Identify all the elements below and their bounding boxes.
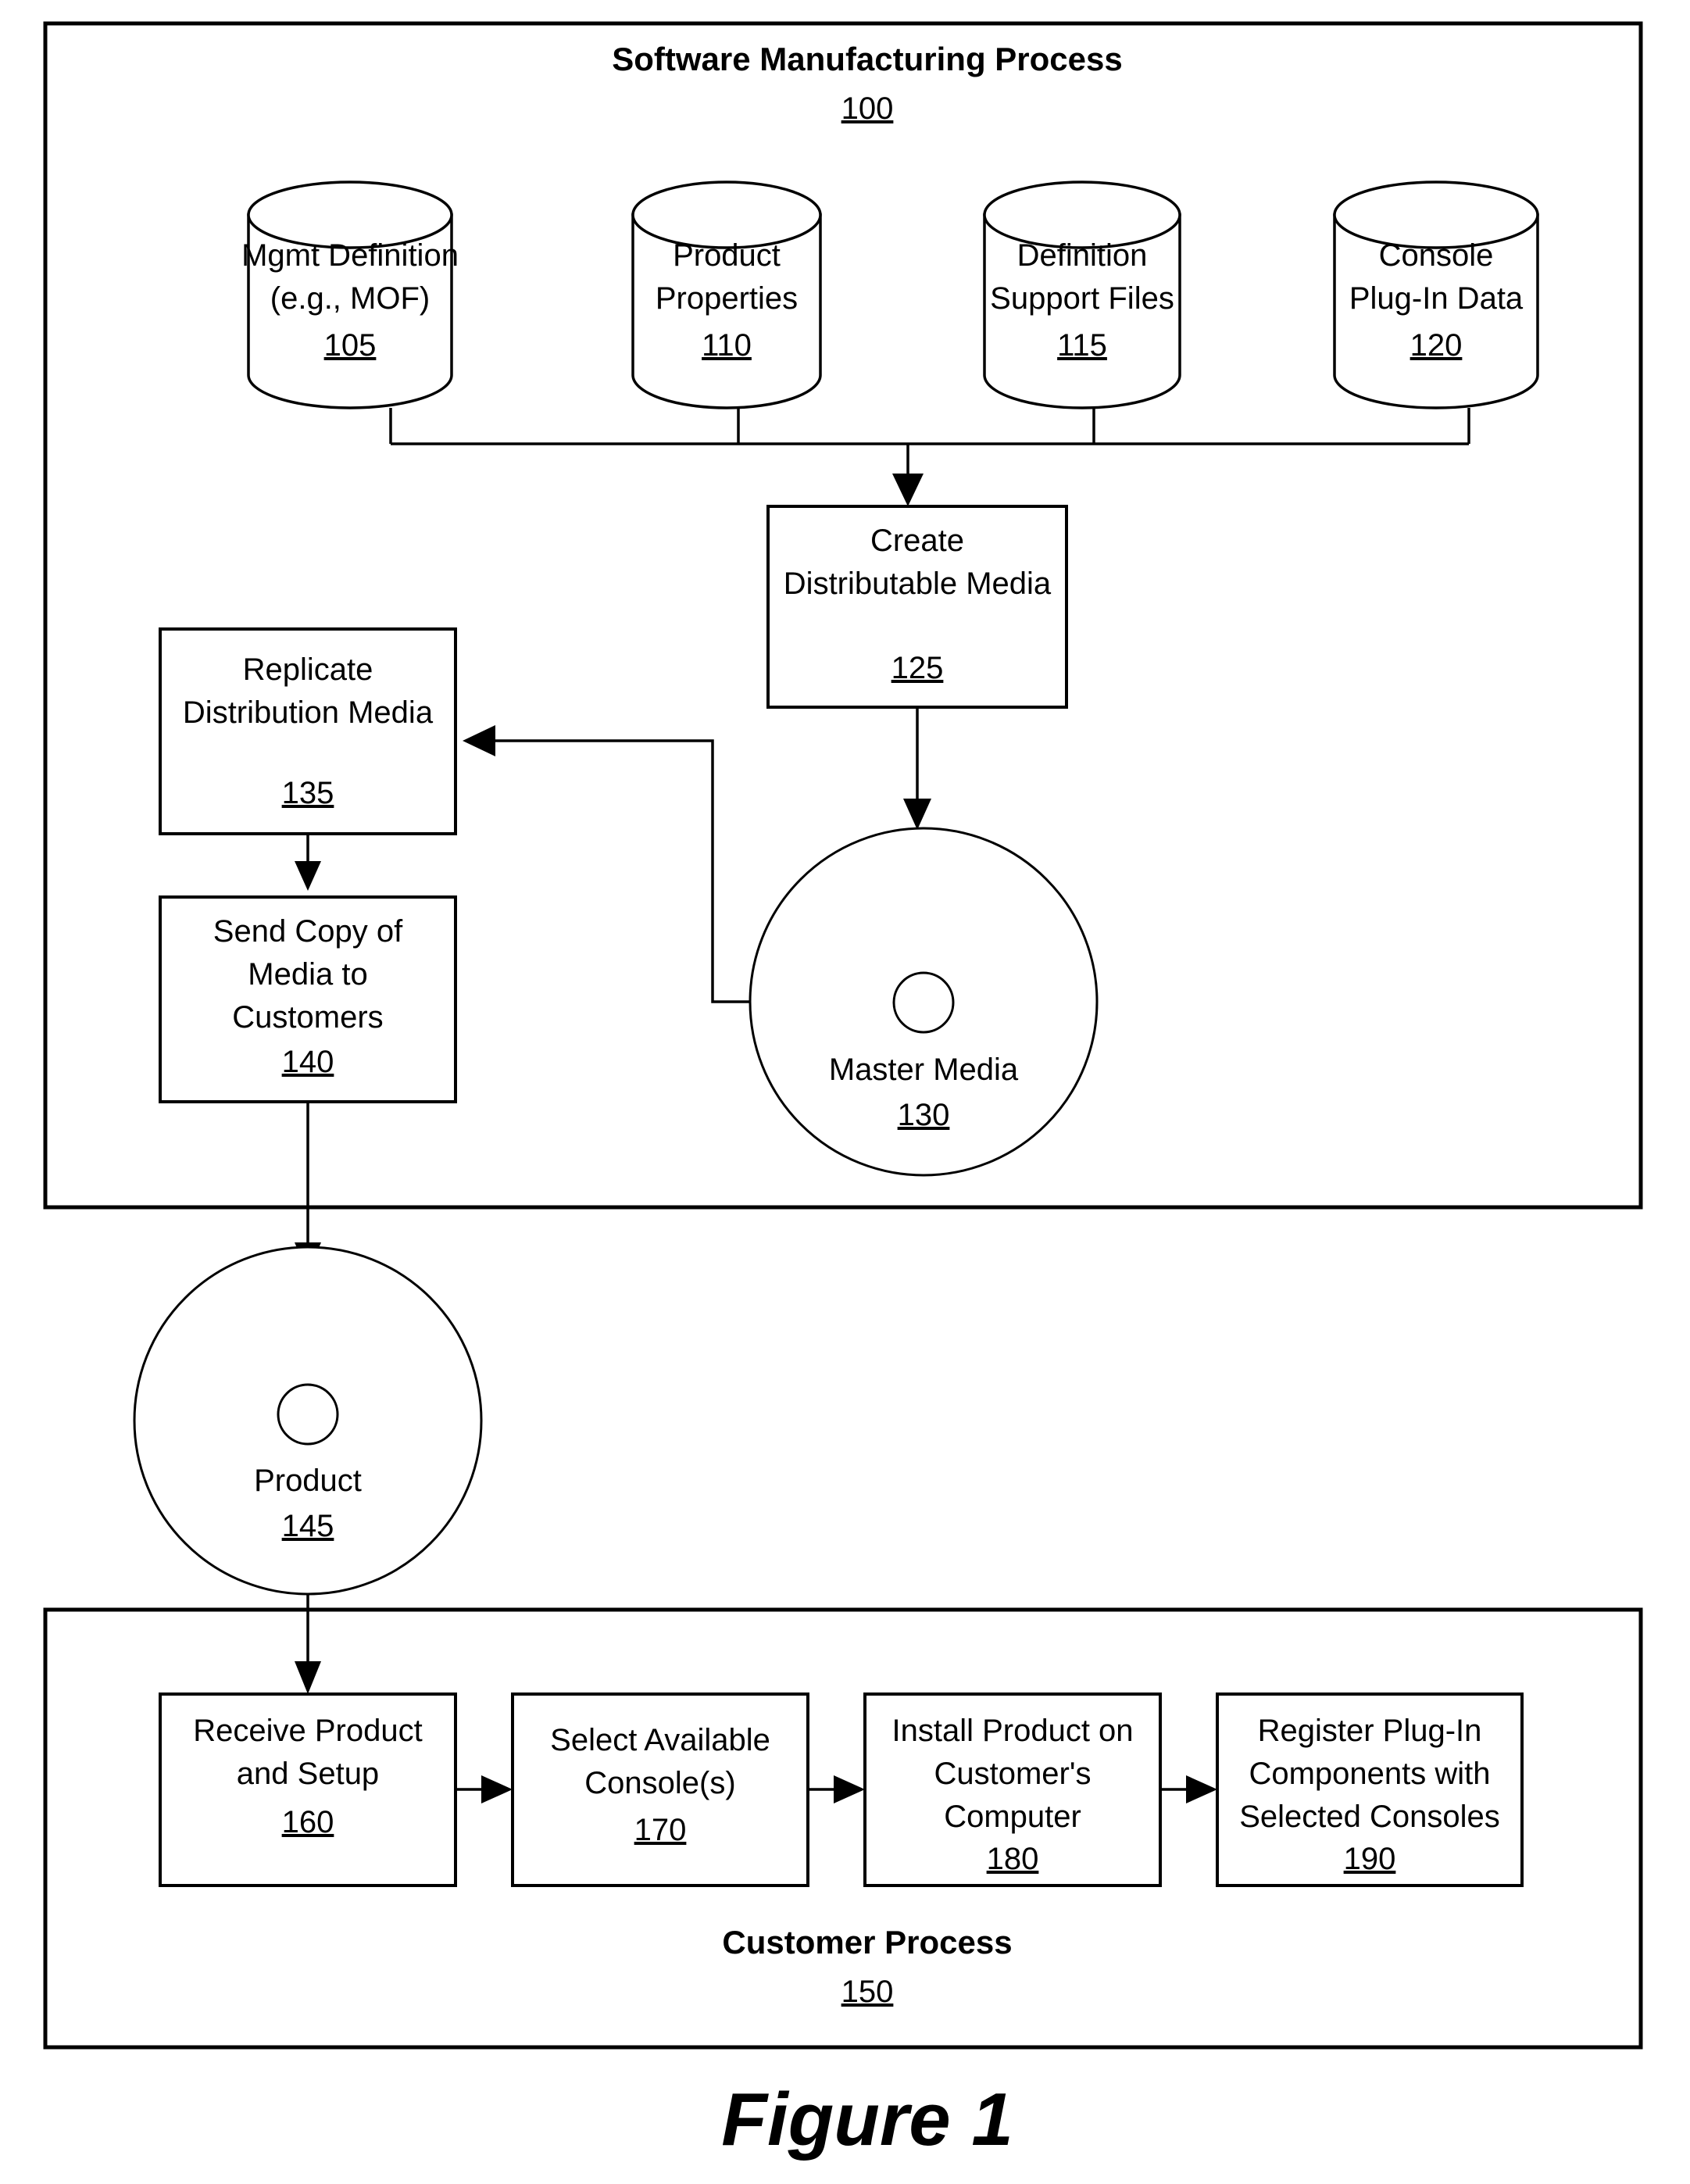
process-receive-line1: Receive Product [193, 1714, 422, 1748]
process-create-distributable-media: Create Distributable Media 125 [766, 505, 1068, 709]
process-replicate-line2: Distribution Media [183, 695, 434, 730]
connector-select-to-install [808, 1775, 865, 1803]
process-register-ref: 190 [1344, 1842, 1396, 1876]
manufacturing-process-ref: 100 [841, 91, 894, 126]
connector-install-to-register [1160, 1775, 1217, 1803]
process-register-line1: Register Plug-In [1258, 1714, 1482, 1748]
process-create-media-line1: Create [870, 524, 964, 558]
datastore-definition-support-files-line2: Support Files [990, 281, 1174, 316]
process-register-line2: Components with [1249, 1757, 1490, 1791]
datastore-console-plugin-data-line2: Plug-In Data [1349, 281, 1524, 316]
datastore-console-plugin-data-line1: Console [1379, 238, 1494, 273]
process-register-plugin-components: Register Plug-In Components with Selecte… [1216, 1693, 1524, 1887]
datastore-mgmt-definition: Mgmt Definition (e.g., MOF) 105 [241, 181, 459, 409]
arrowhead-to-master-media [903, 799, 931, 830]
arrowhead-to-create-media [892, 474, 924, 506]
process-install-line2: Customer's [934, 1757, 1091, 1791]
datastore-bus-connector [389, 408, 1470, 506]
process-select-line1: Select Available [550, 1723, 770, 1757]
datastore-product-properties-line1: Product [673, 238, 781, 273]
process-install-line3: Computer [944, 1800, 1081, 1834]
process-install-product: Install Product on Customer's Computer 1… [863, 1693, 1162, 1887]
arrowhead-to-replicate [463, 725, 495, 756]
process-install-line1: Install Product on [891, 1714, 1133, 1748]
arrowhead-to-send-copy [295, 861, 321, 891]
datastore-definition-support-files-ref: 115 [1057, 328, 1107, 363]
arrowhead-to-select-console [481, 1775, 513, 1803]
process-create-media-ref: 125 [891, 651, 944, 685]
process-receive-line2: and Setup [237, 1757, 379, 1791]
customer-process-ref: 150 [841, 1975, 894, 2009]
process-register-line3: Selected Consoles [1239, 1800, 1500, 1834]
arrowhead-to-install-product [834, 1775, 865, 1803]
datastore-mgmt-definition-line1: Mgmt Definition [241, 238, 459, 273]
master-media-disc: Master Media 130 [749, 827, 1099, 1177]
process-replicate-distribution-media: Replicate Distribution Media 135 [159, 627, 457, 835]
connector-create-to-master [903, 707, 931, 830]
arrowhead-to-receive-product [295, 1661, 321, 1694]
datastore-mgmt-definition-ref: 105 [324, 328, 377, 363]
process-send-copy-line1: Send Copy of [213, 914, 403, 949]
product-disc-ref: 145 [282, 1509, 334, 1543]
process-replicate-ref: 135 [282, 776, 334, 810]
figure-caption: Figure 1 [721, 2078, 1013, 2161]
process-send-copy-line3: Customers [232, 1000, 383, 1035]
patent-figure-1: Software Manufacturing Process 100 Mgmt … [0, 0, 1690, 2184]
connector-receive-to-select [456, 1775, 513, 1803]
datastore-console-plugin-data: Console Plug-In Data 120 [1333, 181, 1539, 409]
product-disc-label: Product [254, 1464, 362, 1498]
master-media-hub-hole [892, 971, 955, 1034]
connector-replicate-to-send [295, 834, 321, 891]
process-install-ref: 180 [987, 1842, 1039, 1876]
master-media-ref: 130 [898, 1098, 950, 1132]
process-send-copy-line2: Media to [248, 957, 367, 992]
datastore-definition-support-files: Definition Support Files 115 [983, 181, 1181, 409]
datastore-product-properties-ref: 110 [702, 328, 752, 363]
figure-canvas: Software Manufacturing Process 100 Mgmt … [43, 21, 1643, 2161]
master-media-label: Master Media [829, 1053, 1019, 1087]
process-receive-ref: 160 [282, 1805, 334, 1839]
process-select-line2: Console(s) [584, 1766, 735, 1800]
connector-master-to-replicate [463, 725, 750, 1003]
datastore-product-properties-line2: Properties [656, 281, 798, 316]
process-replicate-line1: Replicate [243, 652, 373, 687]
process-receive-product-setup: Receive Product and Setup 160 [159, 1693, 457, 1887]
process-send-copy-ref: 140 [282, 1045, 334, 1079]
product-disc-hub-hole [277, 1383, 339, 1446]
customer-process-title: Customer Process [722, 1924, 1012, 1961]
process-create-media-line2: Distributable Media [784, 567, 1052, 601]
product-disc: Product 145 [133, 1246, 483, 1596]
datastore-mgmt-definition-line2: (e.g., MOF) [270, 281, 430, 316]
arrowhead-to-register-plugin [1186, 1775, 1217, 1803]
datastore-product-properties: Product Properties 110 [631, 181, 822, 409]
datastore-definition-support-files-line1: Definition [1017, 238, 1148, 273]
manufacturing-process-title: Software Manufacturing Process [612, 41, 1122, 77]
process-select-ref: 170 [634, 1813, 687, 1847]
process-send-copy-to-customers: Send Copy of Media to Customers 140 [159, 895, 457, 1103]
datastore-console-plugin-data-ref: 120 [1410, 328, 1463, 363]
process-select-available-console: Select Available Console(s) 170 [511, 1693, 809, 1887]
